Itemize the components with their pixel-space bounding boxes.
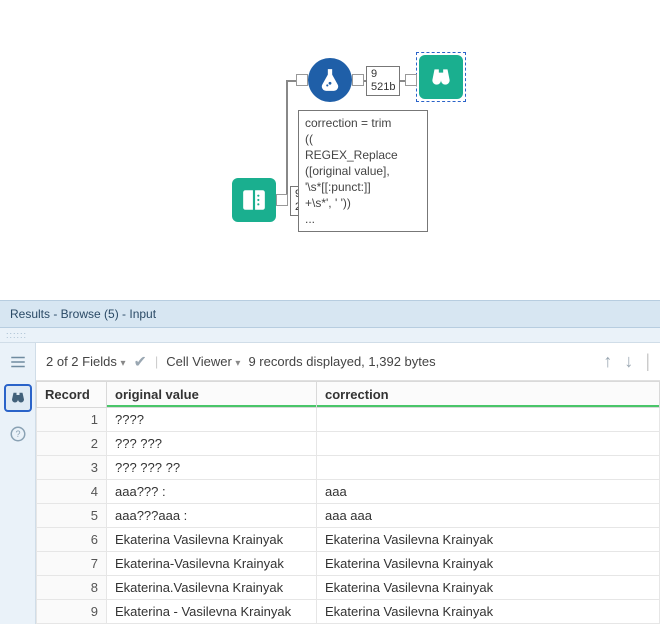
table-row[interactable]: 5aaa???aaa :aaa aaa: [37, 504, 660, 528]
input-anchor[interactable]: [296, 74, 308, 86]
cell-viewer-label: Cell Viewer: [166, 354, 232, 369]
results-panel: ? 2 of 2 Fields ▾ ✔ | Cell Viewer ▾ 9 re…: [0, 343, 660, 624]
panel-grip[interactable]: ::::::: [0, 328, 660, 343]
table-row[interactable]: 4aaa??? :aaa: [37, 480, 660, 504]
record-number: 1: [37, 408, 107, 432]
record-number: 7: [37, 552, 107, 576]
chevron-down-icon: ▾: [120, 358, 125, 369]
fields-summary: 2 of 2 Fields: [46, 354, 117, 369]
table-row[interactable]: 6Ekaterina Vasilevna KrainyakEkaterina V…: [37, 528, 660, 552]
record-number: 4: [37, 480, 107, 504]
cell-original-value[interactable]: Ekaterina.Vasilevna Krainyak: [107, 576, 317, 600]
tag-rows: 9: [371, 68, 395, 81]
results-side-toolbar: ?: [0, 343, 36, 624]
table-row[interactable]: 7Ekaterina-Vasilevna KrainyakEkaterina V…: [37, 552, 660, 576]
cell-correction[interactable]: Ekaterina Vasilevna Krainyak: [317, 552, 660, 576]
annotation-line: +\s*', ' ')): [305, 195, 421, 211]
cell-correction[interactable]: aaa: [317, 480, 660, 504]
output-anchor[interactable]: [276, 194, 288, 206]
table-row[interactable]: 3??? ??? ??: [37, 456, 660, 480]
binoculars-icon: [428, 64, 454, 90]
record-number: 6: [37, 528, 107, 552]
results-main: 2 of 2 Fields ▾ ✔ | Cell Viewer ▾ 9 reco…: [36, 343, 660, 624]
col-original-value[interactable]: original value: [107, 382, 317, 408]
view-list-button[interactable]: [5, 349, 31, 375]
cell-original-value[interactable]: ????: [107, 408, 317, 432]
workflow-canvas[interactable]: 9 235b 9 521b correction = trim (( REGEX…: [0, 0, 660, 300]
annotation-line: ([original value],: [305, 163, 421, 179]
cell-correction[interactable]: Ekaterina Vasilevna Krainyak: [317, 576, 660, 600]
book-icon: [241, 187, 267, 213]
record-number: 5: [37, 504, 107, 528]
selection-outline: [416, 52, 466, 102]
record-number: 3: [37, 456, 107, 480]
cell-correction[interactable]: aaa aaa: [317, 504, 660, 528]
table-row[interactable]: 1????: [37, 408, 660, 432]
list-icon: [9, 353, 27, 371]
results-grid[interactable]: Record original value correction 1????2?…: [36, 381, 660, 624]
table-row[interactable]: 8Ekaterina.Vasilevna KrainyakEkaterina V…: [37, 576, 660, 600]
flask-icon: [317, 67, 343, 93]
annotation-line: REGEX_Replace: [305, 147, 421, 163]
cell-correction[interactable]: Ekaterina Vasilevna Krainyak: [317, 528, 660, 552]
records-summary: 9 records displayed, 1,392 bytes: [248, 354, 435, 369]
input-anchor[interactable]: [405, 74, 417, 86]
prev-button[interactable]: ↑: [603, 351, 612, 372]
svg-text:?: ?: [15, 429, 20, 439]
cell-viewer-dropdown[interactable]: Cell Viewer ▾: [166, 354, 240, 369]
cell-original-value[interactable]: Ekaterina Vasilevna Krainyak: [107, 528, 317, 552]
results-toolbar: 2 of 2 Fields ▾ ✔ | Cell Viewer ▾ 9 reco…: [36, 343, 660, 381]
record-number: 2: [37, 432, 107, 456]
cell-correction[interactable]: [317, 408, 660, 432]
annotation-line: correction = trim: [305, 115, 421, 131]
fields-dropdown[interactable]: 2 of 2 Fields ▾: [46, 354, 125, 369]
connection-tag: 9 521b: [366, 66, 400, 96]
cell-correction[interactable]: [317, 432, 660, 456]
cell-original-value[interactable]: aaa??? :: [107, 480, 317, 504]
output-anchor[interactable]: [352, 74, 364, 86]
separator: |: [645, 351, 650, 372]
separator: |: [155, 354, 158, 369]
input-tool[interactable]: [232, 178, 276, 222]
help-icon: ?: [9, 425, 27, 443]
cell-original-value[interactable]: ??? ???: [107, 432, 317, 456]
help-button[interactable]: ?: [5, 421, 31, 447]
annotation-line: ...: [305, 211, 421, 227]
cell-original-value[interactable]: aaa???aaa :: [107, 504, 317, 528]
cell-correction[interactable]: [317, 456, 660, 480]
record-number: 8: [37, 576, 107, 600]
tool-annotation[interactable]: correction = trim (( REGEX_Replace ([ori…: [298, 110, 428, 232]
annotation-line: ((: [305, 131, 421, 147]
formula-tool[interactable]: [308, 58, 352, 102]
col-record[interactable]: Record: [37, 382, 107, 408]
tag-bytes: 521b: [371, 81, 395, 94]
view-browse-button[interactable]: [5, 385, 31, 411]
apply-check-button[interactable]: ✔: [133, 352, 146, 372]
binoculars-icon: [9, 389, 27, 407]
connector: [286, 80, 288, 201]
table-row[interactable]: 2??? ???: [37, 432, 660, 456]
annotation-line: '\s*[[:punct:]]: [305, 179, 421, 195]
results-panel-title: Results - Browse (5) - Input: [0, 300, 660, 328]
cell-original-value[interactable]: Ekaterina-Vasilevna Krainyak: [107, 552, 317, 576]
chevron-down-icon: ▾: [235, 358, 240, 369]
browse-tool[interactable]: [419, 55, 463, 99]
col-correction[interactable]: correction: [317, 382, 660, 408]
next-button[interactable]: ↓: [624, 351, 633, 372]
cell-original-value[interactable]: ??? ??? ??: [107, 456, 317, 480]
